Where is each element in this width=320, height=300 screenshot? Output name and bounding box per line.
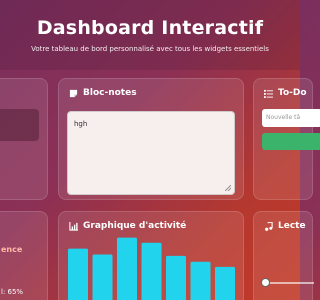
notes-content: hgh	[74, 120, 88, 128]
activity-chart	[68, 237, 235, 300]
widget-left-top	[0, 78, 48, 200]
page-subtitle: Votre tableau de bord personnalisé avec …	[31, 45, 269, 53]
widget-value: l: 65%	[1, 288, 24, 296]
list-icon	[264, 89, 273, 98]
chart-bar-2	[92, 254, 113, 300]
widget-left-bottom: ence l: 65%	[0, 211, 48, 300]
chart-bar-5	[166, 255, 186, 300]
resize-handle[interactable]	[225, 185, 231, 191]
music-progress-track[interactable]	[264, 282, 314, 284]
music-title: Lecte	[278, 221, 306, 231]
page-title: Dashboard Interactif	[36, 17, 264, 39]
notes-textarea[interactable]: hgh	[67, 111, 235, 195]
chart-bar-6	[190, 261, 211, 300]
todo-header: To-Do	[264, 88, 307, 98]
note-icon	[69, 89, 78, 97]
widget-music: Lecte	[253, 211, 314, 300]
chart-bar-4	[141, 242, 162, 300]
todo-input[interactable]: Nouvelle tâ	[262, 109, 320, 127]
widget-display-box	[0, 109, 39, 141]
music-icon	[265, 221, 273, 231]
music-header: Lecte	[264, 221, 306, 231]
chart-bar-3	[117, 237, 137, 300]
add-task-button[interactable]	[262, 133, 320, 150]
widget-label: ence	[1, 245, 23, 254]
widget-todo: To-Do Nouvelle tâ	[253, 78, 320, 200]
widget-chart: Graphique d'activité	[58, 211, 244, 300]
music-progress-knob[interactable]	[261, 278, 270, 287]
todo-title: To-Do	[278, 88, 307, 98]
widget-notes: Bloc-notes hgh	[58, 78, 244, 200]
header: Dashboard Interactif Votre tableau de bo…	[0, 0, 300, 70]
notes-title: Bloc-notes	[83, 88, 137, 98]
notes-header: Bloc-notes	[69, 88, 137, 98]
chart-bar-7	[215, 266, 235, 300]
chart-bar-1	[68, 248, 88, 300]
